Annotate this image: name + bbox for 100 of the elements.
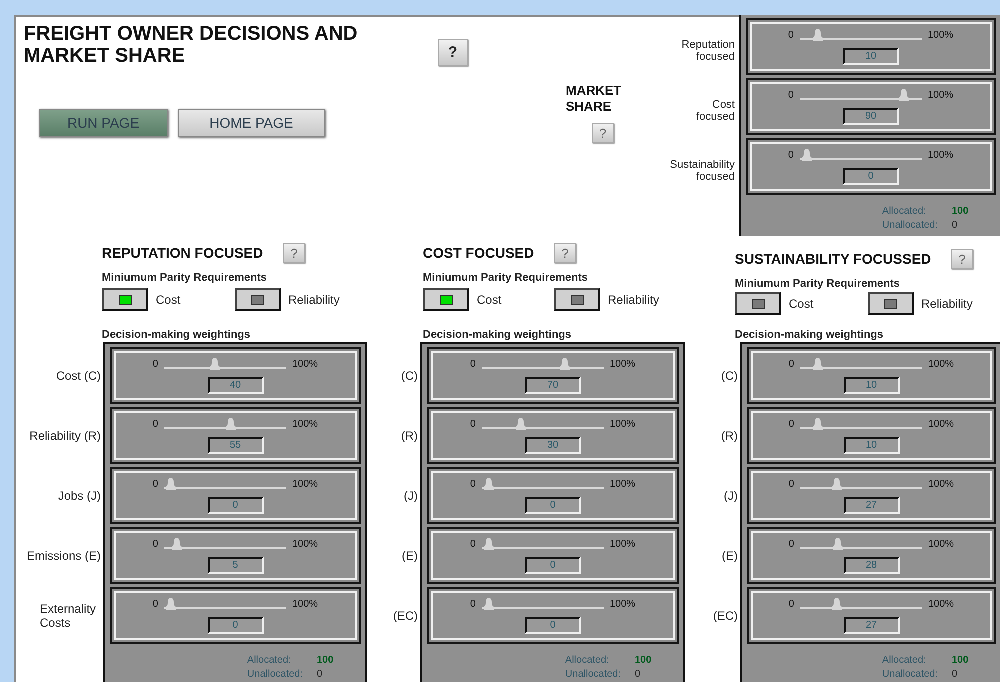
toggle-button[interactable]: [554, 288, 600, 311]
page-title: FREIGHT OWNER DECISIONS AND MARKET SHARE: [24, 23, 359, 67]
slider-thumb[interactable]: [514, 417, 528, 431]
slider-thumb[interactable]: [170, 537, 184, 551]
slider-thumb[interactable]: [830, 597, 844, 611]
slider-thumb[interactable]: [224, 417, 238, 431]
scale-label: 100%: [292, 418, 318, 430]
scale-label: 0: [788, 418, 794, 430]
scale-label: 0: [788, 150, 794, 160]
slider-thumb[interactable]: [482, 477, 496, 491]
section-title: COST FOCUSED: [423, 245, 534, 261]
weightings-title: Decision-making weightings: [423, 329, 573, 341]
slider-label: Reputation focused: [682, 38, 735, 62]
slider-thumb[interactable]: [897, 88, 912, 102]
value-field[interactable]: 28: [844, 557, 900, 574]
scale-label: 100%: [928, 478, 954, 490]
toggle-button[interactable]: [735, 292, 781, 315]
value-field[interactable]: 40: [208, 377, 264, 394]
scale-label: 0: [152, 358, 158, 370]
nav-button[interactable]: HOME PAGE: [178, 109, 325, 137]
value-field[interactable]: 0: [525, 617, 581, 634]
slider-thumb[interactable]: [482, 597, 496, 611]
scale-label: 100%: [928, 598, 954, 610]
allocated-label: Allocated:: [247, 655, 292, 666]
slider-label: (E): [722, 548, 738, 562]
allocated-label: Allocated:: [882, 655, 928, 666]
help-button[interactable]: ?: [951, 249, 974, 269]
slider-label: (EC): [393, 608, 418, 622]
scale-label: 100%: [928, 358, 954, 370]
unallocated-value: 0: [952, 220, 959, 231]
parity-title: Miniumum Parity Requirements: [735, 278, 902, 290]
slider-thumb[interactable]: [800, 148, 814, 162]
slider-thumb[interactable]: [830, 537, 845, 551]
allocated-value: 100: [952, 206, 970, 217]
value-field[interactable]: 55: [208, 437, 264, 454]
slider-thumb[interactable]: [164, 477, 178, 491]
value-field[interactable]: 5: [208, 557, 264, 574]
value-field[interactable]: 27: [844, 617, 900, 634]
scale-label: 100%: [292, 538, 318, 550]
slider-label: (R): [401, 428, 418, 442]
toggle-label: Cost: [156, 292, 181, 306]
help-button[interactable]: ?: [554, 243, 576, 263]
value-field[interactable]: 27: [844, 497, 900, 514]
value-field[interactable]: 0: [208, 617, 264, 634]
slider-label: (R): [721, 428, 738, 442]
help-button[interactable]: ?: [592, 123, 614, 143]
toggle-button[interactable]: [868, 292, 914, 315]
scale-label: 100%: [292, 478, 318, 490]
unallocated-label: Unallocated:: [882, 669, 938, 680]
value-field[interactable]: 10: [844, 437, 900, 454]
unallocated-value: 0: [317, 669, 324, 680]
value-field[interactable]: 0: [525, 557, 581, 574]
slider-label: Emissions (E): [26, 548, 101, 562]
slider-thumb[interactable]: [830, 477, 844, 491]
scale-label: 100%: [610, 418, 636, 430]
help-button[interactable]: ?: [438, 39, 468, 66]
toggle-button[interactable]: [102, 288, 148, 311]
scale-label: 0: [152, 598, 158, 610]
value-field[interactable]: 30: [525, 437, 581, 454]
slider-thumb[interactable]: [811, 417, 826, 431]
value-field[interactable]: 0: [843, 168, 899, 185]
value-field[interactable]: 70: [525, 377, 581, 394]
toggle-label: Cost: [477, 292, 502, 306]
allocated-label: Allocated:: [565, 655, 610, 666]
slider-label: Externality Costs: [40, 602, 98, 630]
unallocated-label: Unallocated:: [565, 669, 621, 680]
slider-label: (EC): [713, 608, 738, 622]
scale-label: 0: [470, 418, 476, 430]
value-field[interactable]: 0: [208, 497, 264, 514]
scale-label: 0: [788, 598, 794, 610]
slider-label: (J): [724, 488, 738, 502]
scale-label: 0: [788, 538, 794, 550]
slider-label: Sustainability focused: [670, 158, 735, 182]
slider-thumb[interactable]: [811, 357, 826, 371]
toggle-button[interactable]: [423, 288, 469, 311]
scale-label: 0: [470, 598, 476, 610]
value-field[interactable]: 90: [843, 108, 899, 125]
unallocated-label: Unallocated:: [882, 220, 938, 231]
slider-thumb[interactable]: [482, 537, 496, 551]
slider-thumb[interactable]: [558, 357, 572, 371]
slider-label: (E): [402, 548, 418, 562]
scale-label: 0: [788, 478, 794, 490]
slider-thumb[interactable]: [208, 357, 222, 371]
slider-label: Cost focused: [696, 98, 735, 122]
value-field[interactable]: 0: [525, 497, 581, 514]
slider-thumb[interactable]: [810, 28, 825, 42]
unallocated-value: 0: [635, 669, 642, 680]
help-button[interactable]: ?: [283, 243, 306, 263]
slider-thumb[interactable]: [164, 597, 178, 611]
toggle-button[interactable]: [234, 288, 280, 311]
nav-button[interactable]: RUN PAGE: [39, 109, 168, 137]
section-title: SUSTAINABILITY FOCUSSED: [735, 251, 932, 267]
toggle-label: Reliability: [922, 296, 973, 310]
value-field[interactable]: 10: [843, 48, 899, 65]
scale-label: 100%: [610, 598, 636, 610]
scale-label: 0: [788, 30, 794, 40]
scale-label: 100%: [292, 358, 318, 370]
value-field[interactable]: 10: [844, 377, 900, 394]
slider-label: Jobs (J): [58, 488, 101, 502]
scale-label: 100%: [928, 538, 954, 550]
